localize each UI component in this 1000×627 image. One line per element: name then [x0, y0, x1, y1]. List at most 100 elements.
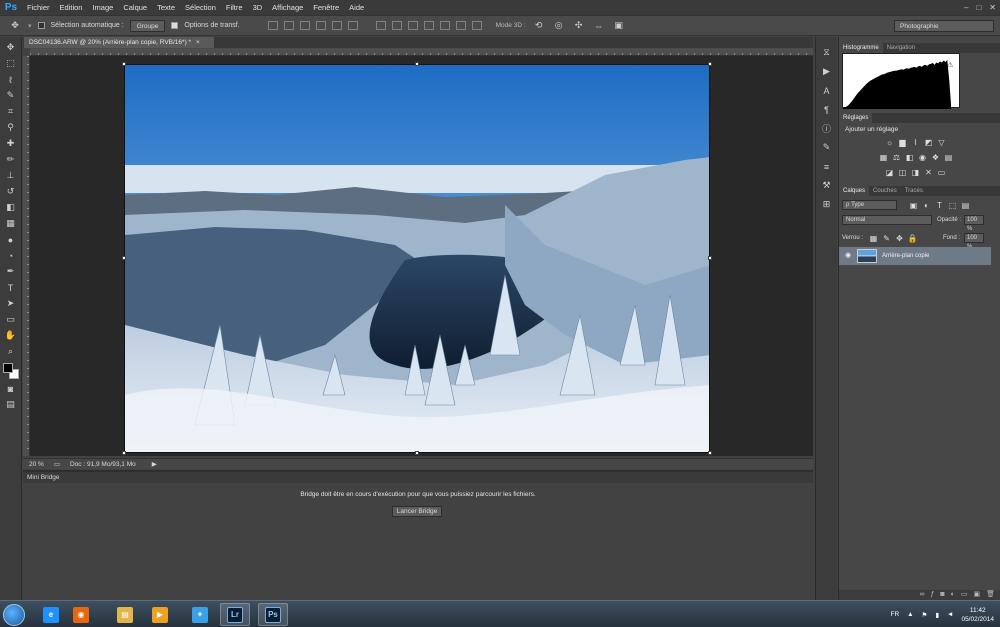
- tab-paths[interactable]: Tracés: [901, 186, 927, 196]
- lasso-tool-icon[interactable]: ℓ: [4, 73, 18, 86]
- screen-mode-icon[interactable]: ▤: [4, 398, 18, 411]
- link-layers-icon[interactable]: ∞: [919, 590, 924, 600]
- crop-tool-icon[interactable]: ⌗: [4, 105, 18, 118]
- gradient-tool-icon[interactable]: ▦: [4, 217, 18, 230]
- taskbar-file-explorer[interactable]: ▤: [110, 603, 140, 626]
- eyedropper-tool-icon[interactable]: ⚲: [4, 121, 18, 134]
- pen-tool-icon[interactable]: ✒: [4, 265, 18, 278]
- gradient-map-icon[interactable]: ▭: [937, 168, 946, 177]
- document-tab-close-icon[interactable]: ×: [196, 39, 200, 46]
- transform-handle-top-left[interactable]: [122, 62, 126, 66]
- eraser-tool-icon[interactable]: ◧: [4, 201, 18, 214]
- brush-panel-icon[interactable]: ✎: [821, 142, 833, 153]
- launch-bridge-button[interactable]: Lancer Bridge: [392, 506, 442, 517]
- tab-channels[interactable]: Couches: [869, 186, 901, 196]
- hue-saturation-icon[interactable]: ▦: [879, 153, 888, 162]
- vibrance-icon[interactable]: ▽: [937, 138, 946, 147]
- menu-item-edition[interactable]: Edition: [55, 0, 88, 15]
- filter-smart-icon[interactable]: ▤: [961, 201, 970, 210]
- layer-row[interactable]: ◉ Arrière-plan copie: [839, 247, 991, 265]
- menu-item-affichage[interactable]: Affichage: [267, 0, 308, 15]
- healing-brush-tool-icon[interactable]: ✚: [4, 137, 18, 150]
- actions-panel-icon[interactable]: ▶: [821, 66, 833, 77]
- menu-item-calque[interactable]: Calque: [118, 0, 152, 15]
- black-white-icon[interactable]: ◧: [905, 153, 914, 162]
- scale-3d-icon[interactable]: ▣: [612, 19, 626, 32]
- lock-transparency-icon[interactable]: ▦: [869, 234, 878, 243]
- transform-handle-bottom-left[interactable]: [122, 451, 126, 455]
- marquee-tool-icon[interactable]: ⬚: [4, 57, 18, 70]
- tab-navigation[interactable]: Navigation: [883, 43, 919, 53]
- tool-preset-chevron-icon[interactable]: ▾: [28, 22, 32, 30]
- selective-color-icon[interactable]: ✕: [924, 168, 933, 177]
- menu-item-fenetre[interactable]: Fenêtre: [308, 0, 344, 15]
- transform-handle-top-right[interactable]: [708, 62, 712, 66]
- history-brush-tool-icon[interactable]: ↺: [4, 185, 18, 198]
- history-panel-icon[interactable]: ⧖: [821, 47, 833, 58]
- curves-icon[interactable]: ⌇: [911, 138, 920, 147]
- tab-adjustments[interactable]: Réglages: [839, 113, 873, 123]
- menu-item-texte[interactable]: Texte: [152, 0, 180, 15]
- language-indicator[interactable]: FR: [891, 611, 900, 618]
- align-right-icon[interactable]: [347, 21, 358, 30]
- distribute-left-icon[interactable]: [423, 21, 434, 30]
- layer-visibility-eye-icon[interactable]: ◉: [845, 251, 851, 259]
- transform-handle-right[interactable]: [708, 256, 712, 260]
- horizontal-ruler[interactable]: [30, 48, 813, 56]
- tray-arrow-icon[interactable]: ▲: [907, 611, 913, 618]
- distribute-bottom-icon[interactable]: [407, 21, 418, 30]
- add-mask-icon[interactable]: ◙: [940, 590, 944, 600]
- character-panel-icon[interactable]: A: [821, 85, 833, 96]
- document-tab[interactable]: DSC04136.ARW @ 20% (Arrière-plan copie, …: [24, 37, 214, 48]
- align-left-icon[interactable]: [315, 21, 326, 30]
- distribute-right-icon[interactable]: [455, 21, 466, 30]
- transform-handle-bottom-right[interactable]: [708, 451, 712, 455]
- hand-tool-icon[interactable]: ✋: [4, 329, 18, 342]
- fill-field[interactable]: 100 %: [964, 233, 984, 250]
- lock-all-icon[interactable]: 🔒: [908, 234, 918, 243]
- menu-item-filtre[interactable]: Filtre: [221, 0, 248, 15]
- transform-handle-left[interactable]: [122, 256, 126, 260]
- menu-item-fichier[interactable]: Fichier: [22, 0, 55, 15]
- auto-select-checkbox[interactable]: [37, 22, 45, 29]
- opacity-field[interactable]: 100 %: [964, 215, 984, 232]
- blur-tool-icon[interactable]: ●: [4, 233, 18, 246]
- align-top-icon[interactable]: [267, 21, 278, 30]
- vertical-ruler[interactable]: [23, 56, 30, 456]
- blend-mode-dropdown[interactable]: Normal: [842, 215, 932, 225]
- network-icon[interactable]: ▮: [935, 611, 939, 619]
- transform-handle-bottom[interactable]: [415, 451, 419, 455]
- quick-select-tool-icon[interactable]: ✎: [4, 89, 18, 102]
- maximize-button[interactable]: □: [976, 0, 981, 15]
- levels-icon[interactable]: ▆: [898, 138, 907, 147]
- filter-type-icon[interactable]: T: [935, 201, 944, 210]
- path-select-tool-icon[interactable]: ➤: [4, 297, 18, 310]
- rotate-3d-icon[interactable]: ⟲: [532, 19, 546, 32]
- filter-adjustment-icon[interactable]: ◐: [922, 201, 931, 210]
- distribute-top-icon[interactable]: [375, 21, 386, 30]
- type-tool-icon[interactable]: T: [4, 281, 18, 294]
- taskbar-lightroom[interactable]: Lr: [220, 603, 250, 626]
- channel-mixer-icon[interactable]: ❖: [931, 153, 940, 162]
- auto-select-dropdown[interactable]: Groupe: [129, 19, 166, 32]
- posterize-icon[interactable]: ◫: [898, 168, 907, 177]
- brush-presets-panel-icon[interactable]: ≡: [821, 161, 833, 172]
- volume-icon[interactable]: ◄: [947, 611, 953, 618]
- filter-shape-icon[interactable]: ⬚: [948, 201, 957, 210]
- flag-icon[interactable]: ⚑: [922, 611, 928, 619]
- new-layer-icon[interactable]: ▣: [973, 590, 980, 600]
- filter-pixel-icon[interactable]: ▣: [909, 201, 918, 210]
- layer-name[interactable]: Arrière-plan copie: [882, 253, 929, 259]
- move-tool-icon[interactable]: ✥: [4, 41, 18, 54]
- taskbar-app-blue[interactable]: ✦: [185, 603, 215, 626]
- tool-presets-panel-icon[interactable]: ⚒: [821, 180, 833, 191]
- rectangle-tool-icon[interactable]: ▭: [4, 313, 18, 326]
- taskbar-firefox[interactable]: ◉: [66, 603, 96, 626]
- tab-histogram[interactable]: Histogramme: [839, 43, 883, 53]
- lock-position-icon[interactable]: ✥: [895, 234, 904, 243]
- brightness-icon[interactable]: ☼: [885, 138, 894, 147]
- distribute-vcenter-icon[interactable]: [391, 21, 402, 30]
- status-menu-arrow-icon[interactable]: ▶: [152, 460, 157, 468]
- menu-item-aide[interactable]: Aide: [344, 0, 369, 15]
- delete-layer-icon[interactable]: 🗑: [986, 590, 995, 600]
